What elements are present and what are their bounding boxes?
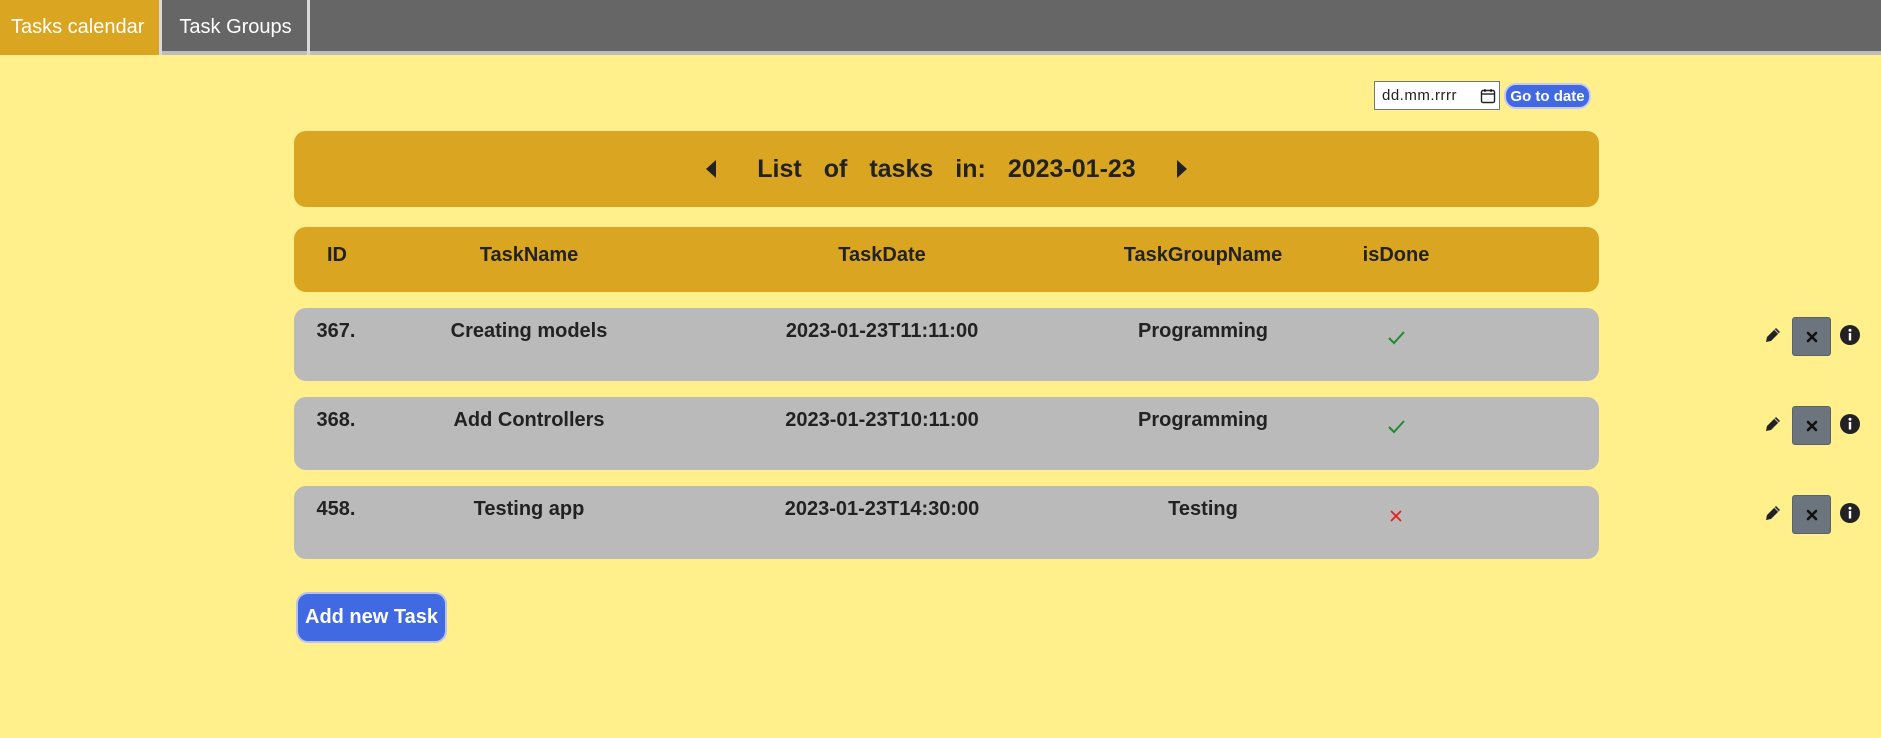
task-id: 367. <box>316 320 356 342</box>
info-circle-icon[interactable] <box>1839 413 1861 435</box>
pencil-icon[interactable] <box>1762 413 1784 435</box>
tab-tasks-calendar[interactable]: Tasks calendar <box>0 0 163 55</box>
delete-button[interactable] <box>1792 406 1831 445</box>
cross-icon <box>1385 504 1407 526</box>
date-header: List of tasks in: 2023-01-23 <box>294 131 1599 207</box>
table-row: 368. Add Controllers 2023-01-23T10:11:00… <box>294 397 1860 470</box>
x-icon <box>1806 509 1817 520</box>
task-group: Testing <box>1168 498 1238 520</box>
current-date: 2023-01-23 <box>1007 154 1136 183</box>
caret-right-icon[interactable] <box>1171 158 1193 180</box>
x-icon <box>1806 420 1817 431</box>
task-date: 2023-01-23T11:11:00 <box>785 320 979 342</box>
table-header: ID TaskName TaskDate TaskGroupName isDon… <box>294 227 1599 292</box>
task-date: 2023-01-23T14:30:00 <box>784 498 980 520</box>
x-icon <box>1806 331 1817 342</box>
calendar-icon[interactable] <box>1477 85 1499 107</box>
column-header-taskname: TaskName <box>479 244 579 266</box>
delete-button[interactable] <box>1792 317 1831 356</box>
delete-button[interactable] <box>1792 495 1831 534</box>
title-word: tasks <box>869 154 934 183</box>
page-title: List of tasks in: 2023-01-23 <box>746 155 1146 184</box>
title-word: List <box>757 154 802 183</box>
task-name: Creating models <box>450 320 608 342</box>
column-header-id: ID <box>327 244 347 266</box>
check-icon <box>1385 326 1407 348</box>
task-name: Add Controllers <box>453 409 605 431</box>
tab-task-groups[interactable]: Task Groups <box>162 0 310 55</box>
task-id: 368. <box>316 409 356 431</box>
date-input-placeholder: dd.mm.rrrr <box>1382 87 1457 104</box>
title-word: of <box>823 154 848 183</box>
task-group: Programming <box>1137 320 1269 342</box>
info-circle-icon[interactable] <box>1839 324 1861 346</box>
check-icon <box>1385 415 1407 437</box>
task-group: Programming <box>1137 409 1269 431</box>
date-input[interactable]: dd.mm.rrrr <box>1374 81 1500 110</box>
pencil-icon[interactable] <box>1762 324 1784 346</box>
table-row: 458. Testing app 2023-01-23T14:30:00 Tes… <box>294 486 1860 559</box>
task-id: 458. <box>316 498 356 520</box>
task-name: Testing app <box>473 498 585 520</box>
info-circle-icon[interactable] <box>1839 502 1861 524</box>
top-navigation: Tasks calendar Task Groups <box>0 0 1881 55</box>
column-header-isdone: isDone <box>1362 244 1430 266</box>
table-row: 367. Creating models 2023-01-23T11:11:00… <box>294 308 1860 381</box>
task-date: 2023-01-23T10:11:00 <box>785 409 979 431</box>
column-header-taskgroupname: TaskGroupName <box>1123 244 1283 266</box>
add-new-task-button[interactable]: Add new Task <box>296 592 447 643</box>
caret-left-icon[interactable] <box>700 158 722 180</box>
pencil-icon[interactable] <box>1762 502 1784 524</box>
column-header-taskdate: TaskDate <box>838 244 926 266</box>
go-to-date-button[interactable]: Go to date <box>1504 83 1591 109</box>
title-word: in: <box>955 154 986 183</box>
